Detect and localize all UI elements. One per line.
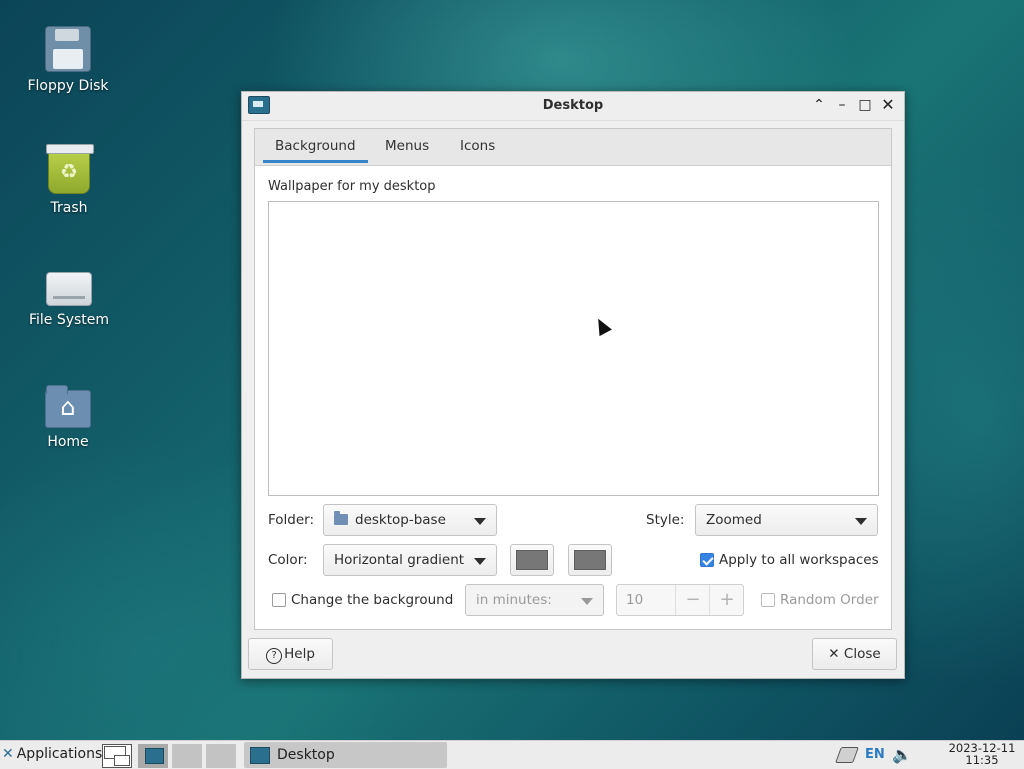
minus-icon[interactable]: − <box>675 585 710 615</box>
help-button[interactable]: ? Help <box>248 638 333 670</box>
applications-label: Applications <box>16 746 103 762</box>
color1-button[interactable] <box>510 544 554 576</box>
interval-spinner[interactable]: 10 − + <box>616 584 744 616</box>
floppy-disk-icon <box>45 26 91 72</box>
tab-background[interactable]: Background <box>263 129 368 163</box>
close-label: Close <box>843 646 881 662</box>
folder-icon <box>334 511 348 525</box>
drive-icon <box>46 272 92 306</box>
color-style-select[interactable]: Horizontal gradient <box>323 544 497 576</box>
close-x-icon: ✕ <box>828 646 844 662</box>
style-value: Zoomed <box>706 512 762 528</box>
change-background-label: Change the background <box>291 592 454 608</box>
folder-label: Folder: <box>268 512 315 528</box>
chevron-down-icon <box>474 558 486 565</box>
help-icon: ? <box>266 648 283 664</box>
help-label: Help <box>284 646 315 662</box>
clock[interactable]: 2023-12-11 11:35 <box>944 742 1020 766</box>
desktop-icon-label: Home <box>47 434 89 450</box>
desktop-icon-label: Floppy Disk <box>27 78 109 94</box>
minimize-icon[interactable]: – <box>833 96 851 114</box>
window-thumbnail-icon <box>145 748 164 764</box>
window-title: Desktop <box>542 98 604 113</box>
desktop-icon-trash[interactable]: Trash <box>14 144 124 216</box>
style-select[interactable]: Zoomed <box>695 504 878 536</box>
maximize-icon[interactable]: □ <box>856 96 874 114</box>
home-folder-icon <box>45 385 91 428</box>
taskbar: ✕ Applications Desktop EN 🔈 2023-12-11 11… <box>0 740 1024 769</box>
chevron-down-icon <box>474 518 486 525</box>
desktop-icon-home[interactable]: Home <box>13 384 123 450</box>
close-icon[interactable]: ✕ <box>879 96 897 114</box>
change-background-checkbox[interactable] <box>272 593 286 607</box>
interval-select[interactable]: in minutes: <box>465 584 604 616</box>
apply-all-label: Apply to all workspaces <box>719 552 879 568</box>
applications-menu-button[interactable]: ✕ Applications <box>2 746 102 762</box>
color2-swatch <box>574 550 606 570</box>
color1-swatch <box>516 550 548 570</box>
random-order-checkbox[interactable] <box>761 593 775 607</box>
color-label: Color: <box>268 552 308 568</box>
plus-icon[interactable]: + <box>709 585 744 615</box>
folder-value: desktop-base <box>355 512 446 528</box>
desktop-settings-window: Desktop ⌃ – □ ✕ Background Menus Icons W… <box>241 91 905 679</box>
color-style-value: Horizontal gradient <box>334 552 465 568</box>
volume-icon[interactable]: 🔈 <box>892 745 912 764</box>
close-button[interactable]: ✕ Close <box>812 638 897 670</box>
interval-amount: 10 <box>626 592 644 608</box>
app-icon <box>250 747 270 764</box>
clock-time: 11:35 <box>965 753 999 767</box>
folder-select[interactable]: desktop-base <box>323 504 497 536</box>
workspace-2[interactable] <box>138 744 168 768</box>
chevron-down-icon <box>855 518 867 525</box>
keyboard-layout-indicator[interactable]: EN <box>865 747 885 762</box>
chevron-down-icon <box>581 598 593 605</box>
tab-menus[interactable]: Menus <box>373 129 441 163</box>
window-titlebar[interactable]: Desktop ⌃ – □ ✕ <box>242 92 904 121</box>
random-order-label: Random Order <box>780 592 879 608</box>
desktop-icon-file-system[interactable]: File System <box>14 264 124 328</box>
wallpaper-list[interactable] <box>268 201 879 496</box>
xfce-logo-icon: ✕ <box>2 746 14 762</box>
taskbar-window-desktop[interactable]: Desktop <box>244 742 447 768</box>
task-label: Desktop <box>277 747 335 763</box>
network-icon[interactable] <box>835 747 859 763</box>
interval-value: in minutes: <box>476 592 552 608</box>
trash-icon <box>46 144 94 194</box>
shade-icon[interactable]: ⌃ <box>810 96 828 114</box>
desktop-icon-label: File System <box>28 312 110 328</box>
workspace-4[interactable] <box>206 744 236 768</box>
apply-all-checkbox[interactable] <box>700 553 714 567</box>
desktop-icon-floppy-disk[interactable]: Floppy Disk <box>13 26 123 94</box>
tab-icons[interactable]: Icons <box>448 129 507 163</box>
wallpaper-label: Wallpaper for my desktop <box>268 179 436 194</box>
style-label: Style: <box>646 512 685 528</box>
desktop-icon-label: Trash <box>50 200 88 216</box>
settings-notebook: Background Menus Icons Wallpaper for my … <box>254 128 892 630</box>
color2-button[interactable] <box>568 544 612 576</box>
workspace-1[interactable] <box>102 744 132 768</box>
tab-bar: Background Menus Icons <box>255 129 891 166</box>
workspace-3[interactable] <box>172 744 202 768</box>
